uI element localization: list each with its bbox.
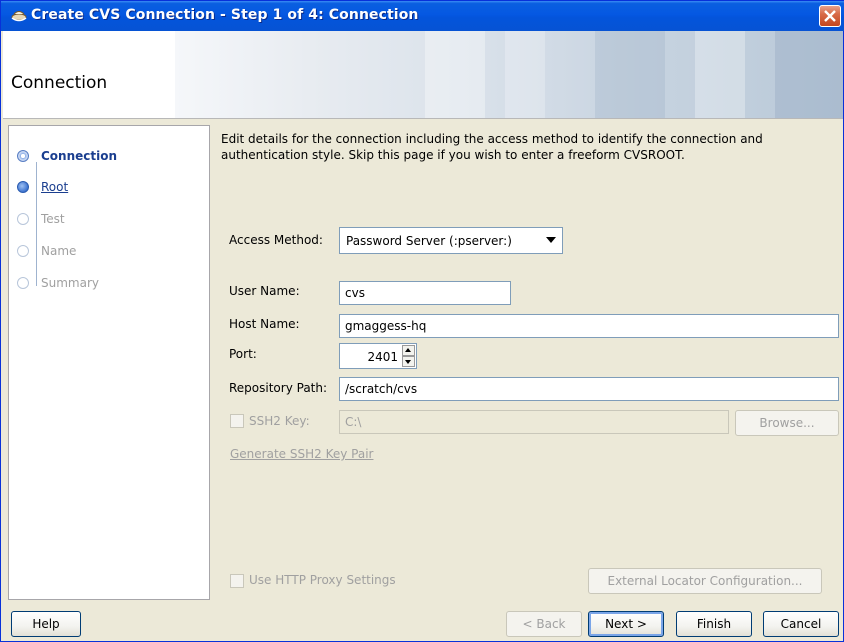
repository-path-label: Repository Path: [229, 381, 328, 395]
step-description: Edit details for the connection includin… [221, 132, 763, 162]
chevron-down-icon [546, 237, 556, 243]
access-method-label: Access Method: [229, 233, 323, 247]
generate-ssh2-key-link: Generate SSH2 Key Pair [230, 447, 374, 461]
ssh2-key-field: C:\ [339, 410, 729, 434]
dialog-window: Create CVS Connection - Step 1 of 4: Con… [0, 0, 844, 642]
title-bar[interactable]: Create CVS Connection - Step 1 of 4: Con… [1, 1, 844, 31]
disabled-step-icon [17, 213, 29, 225]
close-button[interactable] [819, 5, 841, 27]
header-banner: Connection [3, 31, 843, 119]
http-proxy-checkbox[interactable] [230, 574, 244, 588]
access-method-value: Password Server (:pserver:) [346, 233, 512, 248]
window-title: Create CVS Connection - Step 1 of 4: Con… [31, 7, 419, 23]
ssh2-key-label: SSH2 Key: [249, 414, 310, 428]
arrow-down-icon [405, 360, 411, 364]
help-button[interactable]: Help [11, 611, 81, 637]
next-step-icon [17, 181, 29, 193]
external-locator-button: External Locator Configuration... [588, 568, 822, 594]
page-title: Connection [11, 73, 108, 93]
close-icon [824, 10, 836, 22]
disabled-step-icon [17, 277, 29, 289]
step-name: Name [17, 241, 76, 261]
decrement-button[interactable] [402, 356, 415, 367]
arrow-up-icon [405, 348, 411, 352]
http-proxy-label: Use HTTP Proxy Settings [249, 573, 396, 587]
port-label: Port: [229, 347, 257, 361]
user-name-field[interactable]: cvs [339, 281, 511, 305]
disabled-step-icon [17, 245, 29, 257]
step-connection[interactable]: Connection [17, 146, 117, 166]
ssh2-key-checkbox[interactable] [230, 414, 244, 428]
cancel-button[interactable]: Cancel [763, 611, 839, 637]
browse-button: Browse... [735, 410, 839, 436]
next-button[interactable]: Next > [588, 611, 664, 637]
port-value: 2401 [367, 350, 398, 364]
access-method-select[interactable]: Password Server (:pserver:) [339, 227, 563, 254]
step-test: Test [17, 209, 65, 229]
current-step-icon [17, 150, 29, 162]
back-button: < Back [506, 611, 582, 637]
repository-path-field[interactable]: /scratch/cvs [339, 377, 839, 401]
port-stepper[interactable]: 2401 [339, 343, 417, 369]
user-name-label: User Name: [229, 284, 300, 298]
increment-button[interactable] [402, 345, 415, 356]
step-summary: Summary [17, 273, 99, 293]
host-name-field[interactable]: gmaggess-hq [339, 314, 839, 338]
header-graphic [175, 31, 843, 118]
wizard-steps-panel: Connection Root Test Name Summary [8, 125, 210, 600]
finish-button[interactable]: Finish [676, 611, 752, 637]
host-name-label: Host Name: [229, 317, 300, 331]
step-root[interactable]: Root [17, 177, 68, 197]
coffee-cup-icon [11, 8, 27, 24]
